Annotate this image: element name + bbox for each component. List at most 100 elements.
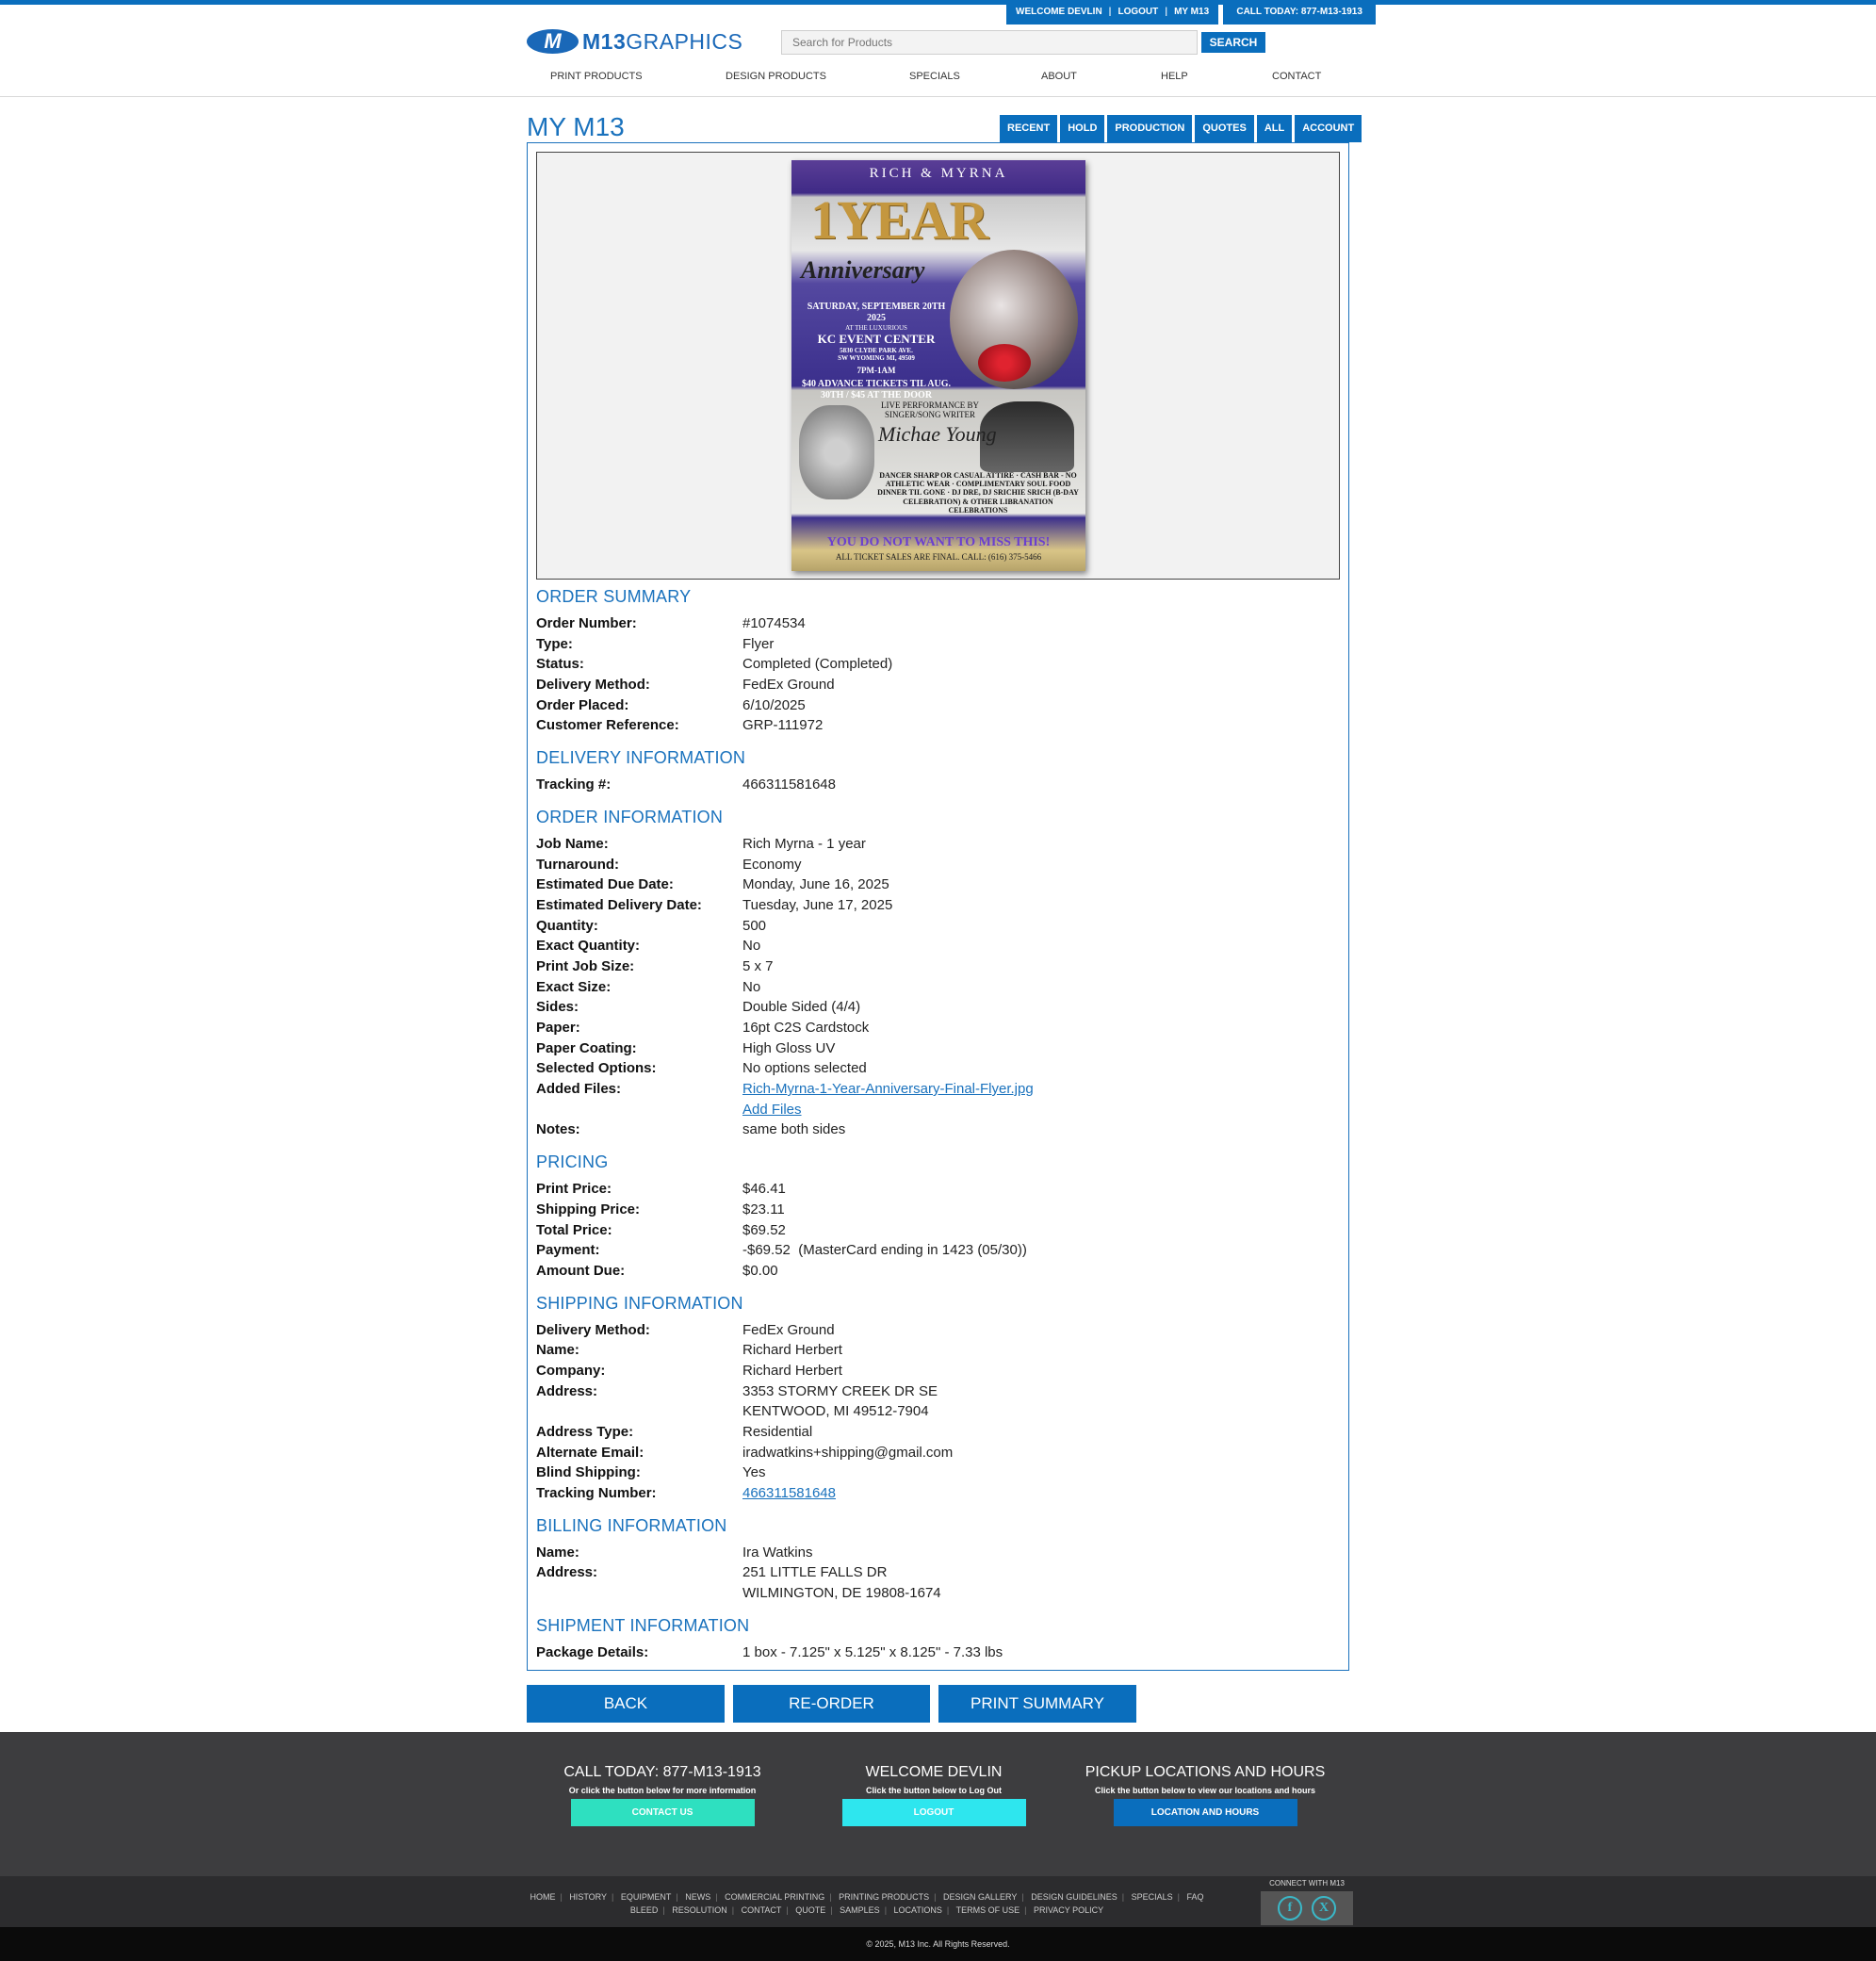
footer-link-design-guidelines[interactable]: DESIGN GUIDELINES bbox=[1031, 1892, 1117, 1902]
location-hours-button[interactable]: LOCATION AND HOURS bbox=[1113, 1799, 1297, 1826]
footer-link-news[interactable]: NEWS bbox=[685, 1892, 710, 1902]
row-label: Payment: bbox=[536, 1242, 600, 1258]
ship-address-line2: KENTWOOD, MI 49512-7904 bbox=[742, 1403, 929, 1419]
print-size-value: 5 x 7 bbox=[742, 958, 774, 974]
row-label: Order Placed: bbox=[536, 697, 629, 713]
alt-email-value: iradwatkins+shipping@gmail.com bbox=[742, 1445, 954, 1461]
social-links: f X bbox=[1261, 1891, 1353, 1925]
delivery-information-title: DELIVERY INFORMATION bbox=[536, 748, 746, 767]
footer-link-quote[interactable]: QUOTE bbox=[795, 1905, 825, 1915]
due-date-value: Monday, June 16, 2025 bbox=[742, 876, 889, 892]
tab-recent[interactable]: RECENT bbox=[1000, 115, 1058, 142]
reorder-button[interactable]: RE-ORDER bbox=[733, 1685, 930, 1723]
bill-address-line1: 251 LITTLE FALLS DR bbox=[742, 1564, 888, 1580]
footer-link-contact[interactable]: CONTACT bbox=[742, 1905, 782, 1915]
job-name-value: Rich Myrna - 1 year bbox=[742, 836, 866, 852]
nav-contact[interactable]: CONTACT bbox=[1272, 71, 1321, 82]
tab-quotes[interactable]: QUOTES bbox=[1195, 115, 1254, 142]
flyer-preview-image: RICH & MYRNA 1YEAR Anniversary SATURDAY,… bbox=[791, 160, 1085, 571]
my-m13-link[interactable]: MY M13 bbox=[1174, 0, 1209, 25]
footer-welcome-title: WELCOME DEVLIN bbox=[865, 1764, 1003, 1780]
added-file-link[interactable]: Rich-Myrna-1-Year-Anniversary-Final-Flye… bbox=[742, 1081, 1034, 1097]
add-files-link[interactable]: Add Files bbox=[742, 1102, 802, 1118]
row-label: Status: bbox=[536, 656, 584, 672]
nav-divider bbox=[0, 96, 1876, 97]
row-label: Paper Coating: bbox=[536, 1040, 637, 1056]
payment-value: -$69.52 (MasterCard ending in 1423 (05/3… bbox=[742, 1242, 1027, 1258]
footer-link-locations[interactable]: LOCATIONS bbox=[894, 1905, 942, 1915]
footer-link-design-gallery[interactable]: DESIGN GALLERY bbox=[943, 1892, 1017, 1902]
order-number-value: #1074534 bbox=[742, 615, 806, 631]
row-label: Alternate Email: bbox=[536, 1445, 644, 1461]
footer-link-home[interactable]: HOME bbox=[530, 1892, 555, 1902]
copyright: © 2025, M13 Inc. All Rights Reserved. bbox=[0, 1927, 1876, 1961]
shipment-information-title: SHIPMENT INFORMATION bbox=[536, 1616, 750, 1635]
footer-logout-button[interactable]: LOGOUT bbox=[841, 1799, 1026, 1826]
flyer-tagline: YOU DO NOT WANT TO MISS THIS! bbox=[826, 535, 1051, 549]
nav-help[interactable]: HELP bbox=[1161, 71, 1188, 82]
account-links: WELCOME DEVLIN | LOGOUT | MY M13 bbox=[1006, 0, 1219, 25]
facebook-icon[interactable]: f bbox=[1278, 1896, 1302, 1920]
footer-welcome-column: WELCOME DEVLIN Click the button below to… bbox=[821, 1764, 1047, 1826]
exact-size-value: No bbox=[742, 979, 761, 995]
amount-due-value: $0.00 bbox=[742, 1263, 778, 1279]
footer-link-faq[interactable]: FAQ bbox=[1187, 1892, 1204, 1902]
tab-account[interactable]: ACCOUNT bbox=[1295, 115, 1362, 142]
row-label: Print Job Size: bbox=[536, 958, 635, 974]
nav-about[interactable]: ABOUT bbox=[1041, 71, 1077, 82]
row-label: Selected Options: bbox=[536, 1060, 657, 1076]
row-label: Paper: bbox=[536, 1020, 580, 1036]
footer-links: HOME | HISTORY | EQUIPMENT | NEWS | COMMERCI… bbox=[528, 1890, 1206, 1917]
footer-link-resolution[interactable]: RESOLUTION bbox=[672, 1905, 727, 1915]
footer-link-samples[interactable]: SAMPLES bbox=[840, 1905, 880, 1915]
footer-link-commercial-printing[interactable]: COMMERCIAL PRINTING bbox=[725, 1892, 824, 1902]
top-accent-bar bbox=[0, 0, 1876, 5]
footer-pickup-title: PICKUP LOCATIONS AND HOURS bbox=[1085, 1764, 1326, 1780]
footer-link-equipment[interactable]: EQUIPMENT bbox=[621, 1892, 672, 1902]
flyer-year: 1YEAR bbox=[810, 189, 988, 251]
tracking-number-link[interactable]: 466311581648 bbox=[742, 1485, 836, 1501]
main-nav: PRINT PRODUCTS DESIGN PRODUCTS SPECIALS … bbox=[527, 71, 1348, 86]
customer-reference-value: GRP-111972 bbox=[742, 717, 824, 733]
logout-link[interactable]: LOGOUT bbox=[1117, 0, 1158, 25]
search-button[interactable]: SEARCH bbox=[1201, 32, 1265, 53]
row-label: Tracking Number: bbox=[536, 1485, 657, 1501]
flyer-anniversary: Anniversary bbox=[801, 256, 925, 284]
footer-link-terms[interactable]: TERMS OF USE bbox=[956, 1905, 1020, 1915]
footer-call-column: CALL TODAY: 877-M13-1913 Or click the bu… bbox=[549, 1764, 775, 1826]
row-label: Name: bbox=[536, 1342, 579, 1358]
x-twitter-icon[interactable]: X bbox=[1312, 1896, 1336, 1920]
footer-pickup-column: PICKUP LOCATIONS AND HOURS Click the but… bbox=[1073, 1764, 1337, 1826]
print-summary-button[interactable]: PRINT SUMMARY bbox=[938, 1685, 1136, 1723]
quantity-value: 500 bbox=[742, 918, 767, 934]
ship-address-line1: 3353 STORMY CREEK DR SE bbox=[742, 1383, 938, 1399]
footer-link-history[interactable]: HISTORY bbox=[569, 1892, 607, 1902]
row-label: Name: bbox=[536, 1544, 579, 1561]
footer-link-bleed[interactable]: BLEED bbox=[630, 1905, 659, 1915]
tab-production[interactable]: PRODUCTION bbox=[1107, 115, 1193, 142]
billing-information-title: BILLING INFORMATION bbox=[536, 1516, 727, 1535]
m13-logo[interactable]: M M13GRAPHICS bbox=[527, 28, 742, 55]
row-label: Job Name: bbox=[536, 836, 609, 852]
tab-hold[interactable]: HOLD bbox=[1060, 115, 1105, 142]
row-label: Sides: bbox=[536, 999, 579, 1015]
footer-link-privacy[interactable]: PRIVACY POLICY bbox=[1034, 1905, 1103, 1915]
shipping-information-title: SHIPPING INFORMATION bbox=[536, 1294, 743, 1313]
ship-company-value: Richard Herbert bbox=[742, 1363, 842, 1379]
row-label: Delivery Method: bbox=[536, 677, 650, 693]
connect-label: CONNECT WITH M13 bbox=[1269, 1879, 1345, 1887]
footer-link-printing-products[interactable]: PRINTING PRODUCTS bbox=[839, 1892, 929, 1902]
options-value: No options selected bbox=[742, 1060, 867, 1076]
footer-links-row1: HOME | HISTORY | EQUIPMENT | NEWS | COMMERCI… bbox=[530, 1892, 1204, 1902]
back-button[interactable]: BACK bbox=[527, 1685, 725, 1723]
call-today-tab[interactable]: CALL TODAY: 877-M13-1913 bbox=[1223, 0, 1377, 25]
nav-print-products[interactable]: PRINT PRODUCTS bbox=[550, 71, 643, 82]
contact-us-button[interactable]: CONTACT US bbox=[570, 1799, 755, 1826]
turnaround-value: Economy bbox=[742, 857, 802, 873]
tab-all[interactable]: ALL bbox=[1256, 115, 1293, 142]
nav-design-products[interactable]: DESIGN PRODUCTS bbox=[726, 71, 826, 82]
nav-specials[interactable]: SPECIALS bbox=[909, 71, 960, 82]
search-input[interactable] bbox=[781, 30, 1198, 55]
row-label: Tracking #: bbox=[536, 776, 612, 793]
footer-link-specials[interactable]: SPECIALS bbox=[1132, 1892, 1173, 1902]
